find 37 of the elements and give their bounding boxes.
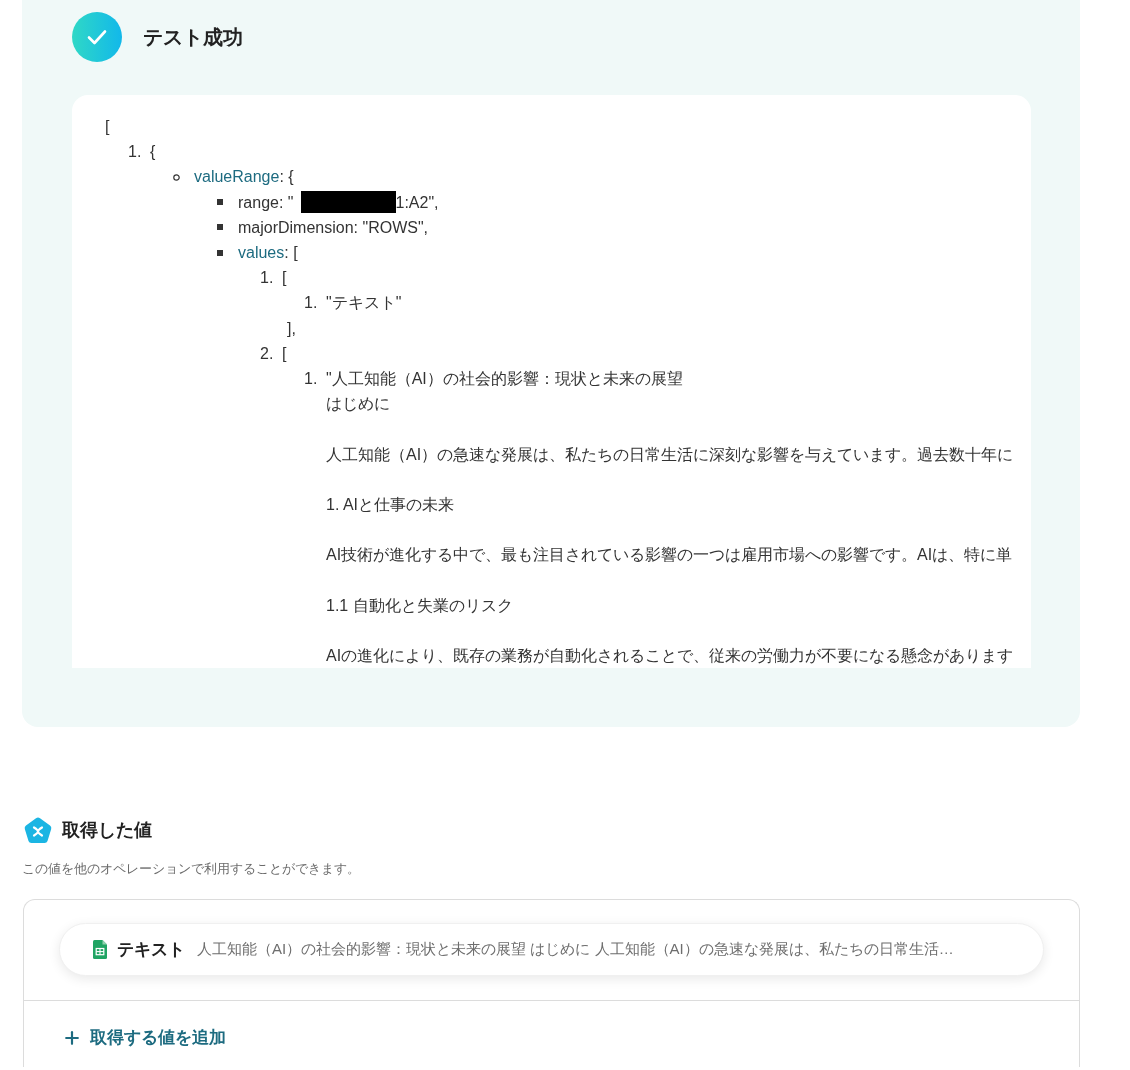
pentagon-x-icon <box>24 817 52 844</box>
section-description: この値を他のオペレーションで利用することができます。 <box>22 861 360 876</box>
list-number: 1. <box>304 369 318 390</box>
add-value-button[interactable]: 取得する値を追加 <box>62 1025 226 1051</box>
json-line: 1:A2", <box>395 192 439 213</box>
spreadsheet-icon <box>93 940 107 959</box>
text-line: 人工知能（AI）の急速な発展は、私たちの日常生活に深刻な影響を与えています。過去数十年に <box>326 444 1014 465</box>
json-value: [ <box>105 118 110 135</box>
text-line: はじめに <box>326 394 390 415</box>
success-check-icon <box>72 12 122 62</box>
square-bullet-icon <box>217 199 223 206</box>
value-chip[interactable]: テキスト 人工知能（AI）の社会的影響：現状と未来の展望 はじめに 人工知能（AI）の急速な発展は、私たちの日常生活… <box>59 923 1044 976</box>
section-title: 取得した値 <box>62 819 152 842</box>
text-line: 1.1 自動化と失業のリスク <box>326 595 513 616</box>
square-bullet-icon <box>217 249 223 256</box>
list-number: 1. <box>304 293 318 314</box>
json-line: valueRange: { <box>194 167 294 188</box>
list-number: 1. <box>260 268 274 289</box>
json-line: values: [ <box>238 243 298 263</box>
json-line: range: " <box>238 192 294 213</box>
text-line: "人工知能（AI）の社会的影響：現状と未来の展望 <box>326 369 683 390</box>
text-line: AI技術が進化する中で、最も注目されている影響の一つは雇用市場への影響です。AIは、特に単 <box>326 545 1013 566</box>
value-preview: 人工知能（AI）の社会的影響：現状と未来の展望 はじめに 人工知能（AI）の急速な発展は、私たちの日常生活… <box>197 939 954 960</box>
json-value: ], <box>287 319 296 337</box>
text-line: AIの進化により、既存の業務が自動化されることで、従来の労働力が不要になる懸念があります <box>326 646 1014 667</box>
value-label: テキスト <box>117 938 185 961</box>
text-line: 1. AIと仕事の未来 <box>326 495 455 515</box>
json-value: "テキスト" <box>326 293 402 314</box>
json-line: majorDimension: "ROWS", <box>238 217 429 238</box>
json-value: { <box>150 142 156 163</box>
json-value: [ <box>282 268 287 289</box>
list-number: 2. <box>260 343 274 364</box>
circle-bullet-icon <box>173 173 180 181</box>
list-number: 1. <box>128 142 142 163</box>
square-bullet-icon <box>217 224 223 231</box>
result-title: テスト成功 <box>143 25 243 50</box>
json-value: [ <box>282 343 287 364</box>
